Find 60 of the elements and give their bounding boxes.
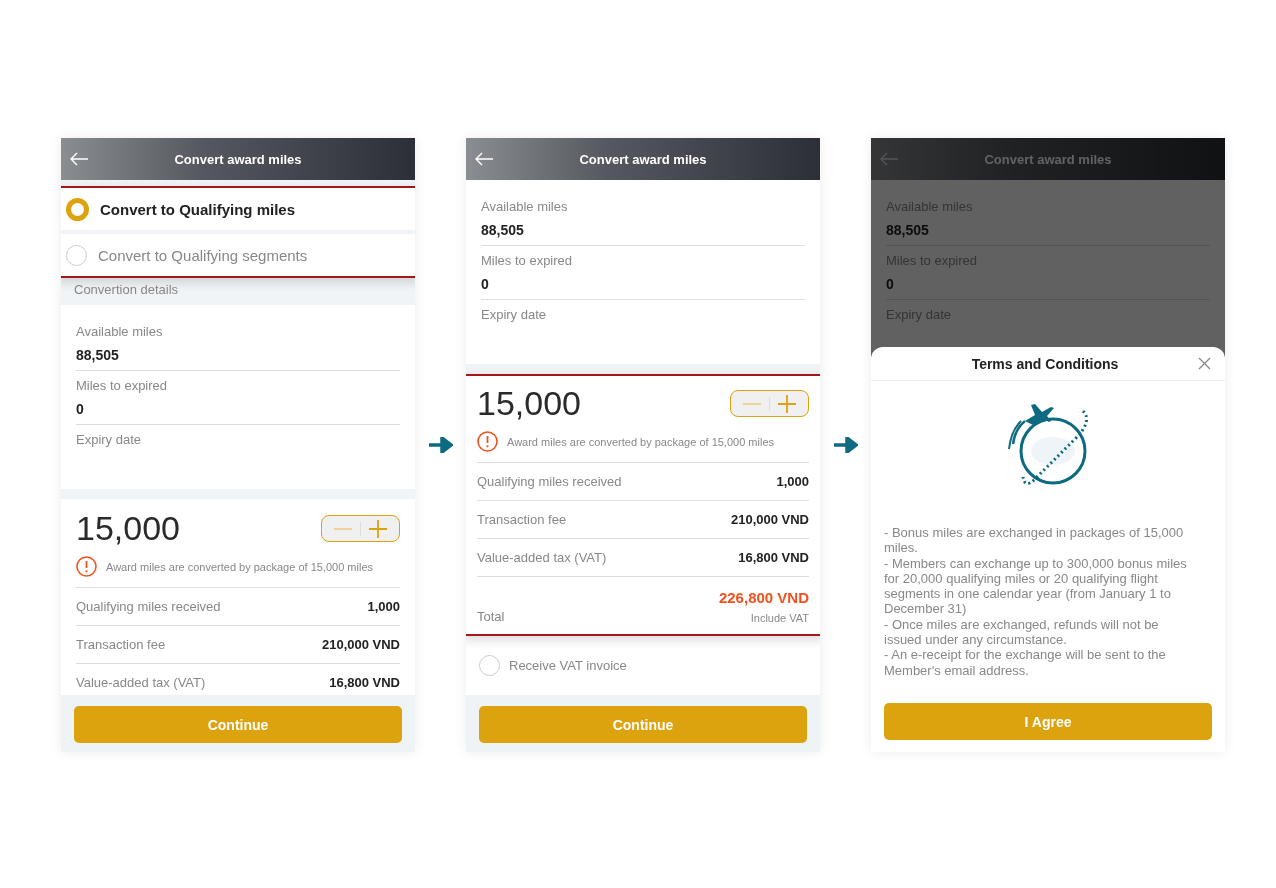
summary-label: Value-added tax (VAT) bbox=[76, 675, 206, 690]
summary-label: Value-added tax (VAT) bbox=[477, 550, 607, 565]
detail-value: 88,505 bbox=[76, 347, 120, 363]
back-arrow-icon bbox=[474, 152, 494, 166]
warning-icon bbox=[477, 431, 498, 452]
summary-label: Qualifying miles received bbox=[76, 599, 221, 614]
back-arrow-icon bbox=[879, 152, 899, 166]
screen-title: Convert award miles bbox=[983, 151, 1113, 167]
summary-label: Transaction fee bbox=[76, 637, 166, 652]
detail-value: 0 bbox=[481, 276, 490, 292]
detail-value: 0 bbox=[76, 401, 85, 417]
section-label: Convertion details bbox=[73, 281, 180, 299]
terms-text: - Bonus miles are exchanged in packages of 15,000 miles. bbox=[884, 525, 1185, 556]
detail-label: Expiry date bbox=[76, 432, 143, 447]
summary-value: 210,000 VND bbox=[730, 512, 809, 527]
detail-label: Miles to expired bbox=[76, 378, 169, 393]
package-note: Award miles are converted by package of 15,000 miles bbox=[507, 435, 774, 448]
radio-button bbox=[66, 197, 89, 221]
agree-button[interactable]: I Agree bbox=[884, 703, 1212, 740]
detail-label: Miles to expired bbox=[481, 253, 574, 268]
terms-text: - An e-receipt for the exchange will be sent to the Member's email address. bbox=[884, 647, 1167, 678]
radio-option[interactable]: Convert to Qualifying miles bbox=[61, 188, 415, 230]
plus-icon bbox=[778, 394, 796, 413]
right-arrow-icon bbox=[428, 437, 453, 453]
back-arrow-icon bbox=[69, 152, 89, 166]
detail-value: 88,505 bbox=[886, 222, 930, 238]
vat-note: Include VAT bbox=[750, 612, 809, 624]
warning-icon bbox=[76, 556, 97, 577]
vat-invoice-option[interactable]: Receive VAT invoice bbox=[466, 636, 820, 695]
total-value: 226,800 VND bbox=[718, 589, 809, 606]
summary-label: Transaction fee bbox=[477, 512, 567, 527]
package-note: Award miles are converted by package of 15,000 miles bbox=[106, 560, 373, 573]
detail-value: 88,505 bbox=[481, 222, 525, 238]
screen-title: Convert award miles bbox=[173, 151, 303, 167]
continue-button[interactable]: Continue bbox=[74, 706, 402, 743]
terms-text: - Members can exchange up to 300,000 bonus miles for 20,000 qualifying miles or 20 qualifying flight segments in one calendar year (from January 1 to December 31) bbox=[884, 555, 1188, 617]
dialog-title: Terms and Conditions bbox=[970, 355, 1120, 372]
minus-icon bbox=[743, 402, 761, 405]
terms-text: - Once miles are exchanged, refunds will not be issued under any circumstance. bbox=[884, 616, 1160, 648]
summary-value: 16,800 VND bbox=[738, 550, 809, 565]
screen-title: Convert award miles bbox=[578, 151, 708, 167]
summary-label: Qualifying miles received bbox=[477, 474, 622, 489]
detail-label: Available miles bbox=[76, 324, 164, 339]
amount-value: 15,000 bbox=[477, 384, 581, 423]
detail-label: Available miles bbox=[481, 199, 569, 214]
summary-value: 1,000 bbox=[367, 599, 400, 614]
continue-button[interactable]: Continue bbox=[479, 706, 807, 743]
radio-option[interactable]: Convert to Qualifying segments bbox=[61, 234, 415, 276]
right-arrow-icon bbox=[833, 437, 858, 453]
detail-value: 0 bbox=[886, 276, 895, 292]
summary-value: 16,800 VND bbox=[329, 675, 400, 690]
total-label: Total bbox=[477, 609, 505, 624]
summary-value: 1,000 bbox=[776, 474, 809, 489]
radio-button bbox=[66, 244, 87, 266]
amount-value: 15,000 bbox=[76, 509, 180, 548]
plus-icon bbox=[369, 519, 387, 538]
close-icon bbox=[1197, 357, 1211, 370]
summary-value: 210,000 VND bbox=[321, 637, 400, 652]
minus-icon bbox=[334, 527, 352, 530]
detail-label: Expiry date bbox=[481, 307, 548, 322]
